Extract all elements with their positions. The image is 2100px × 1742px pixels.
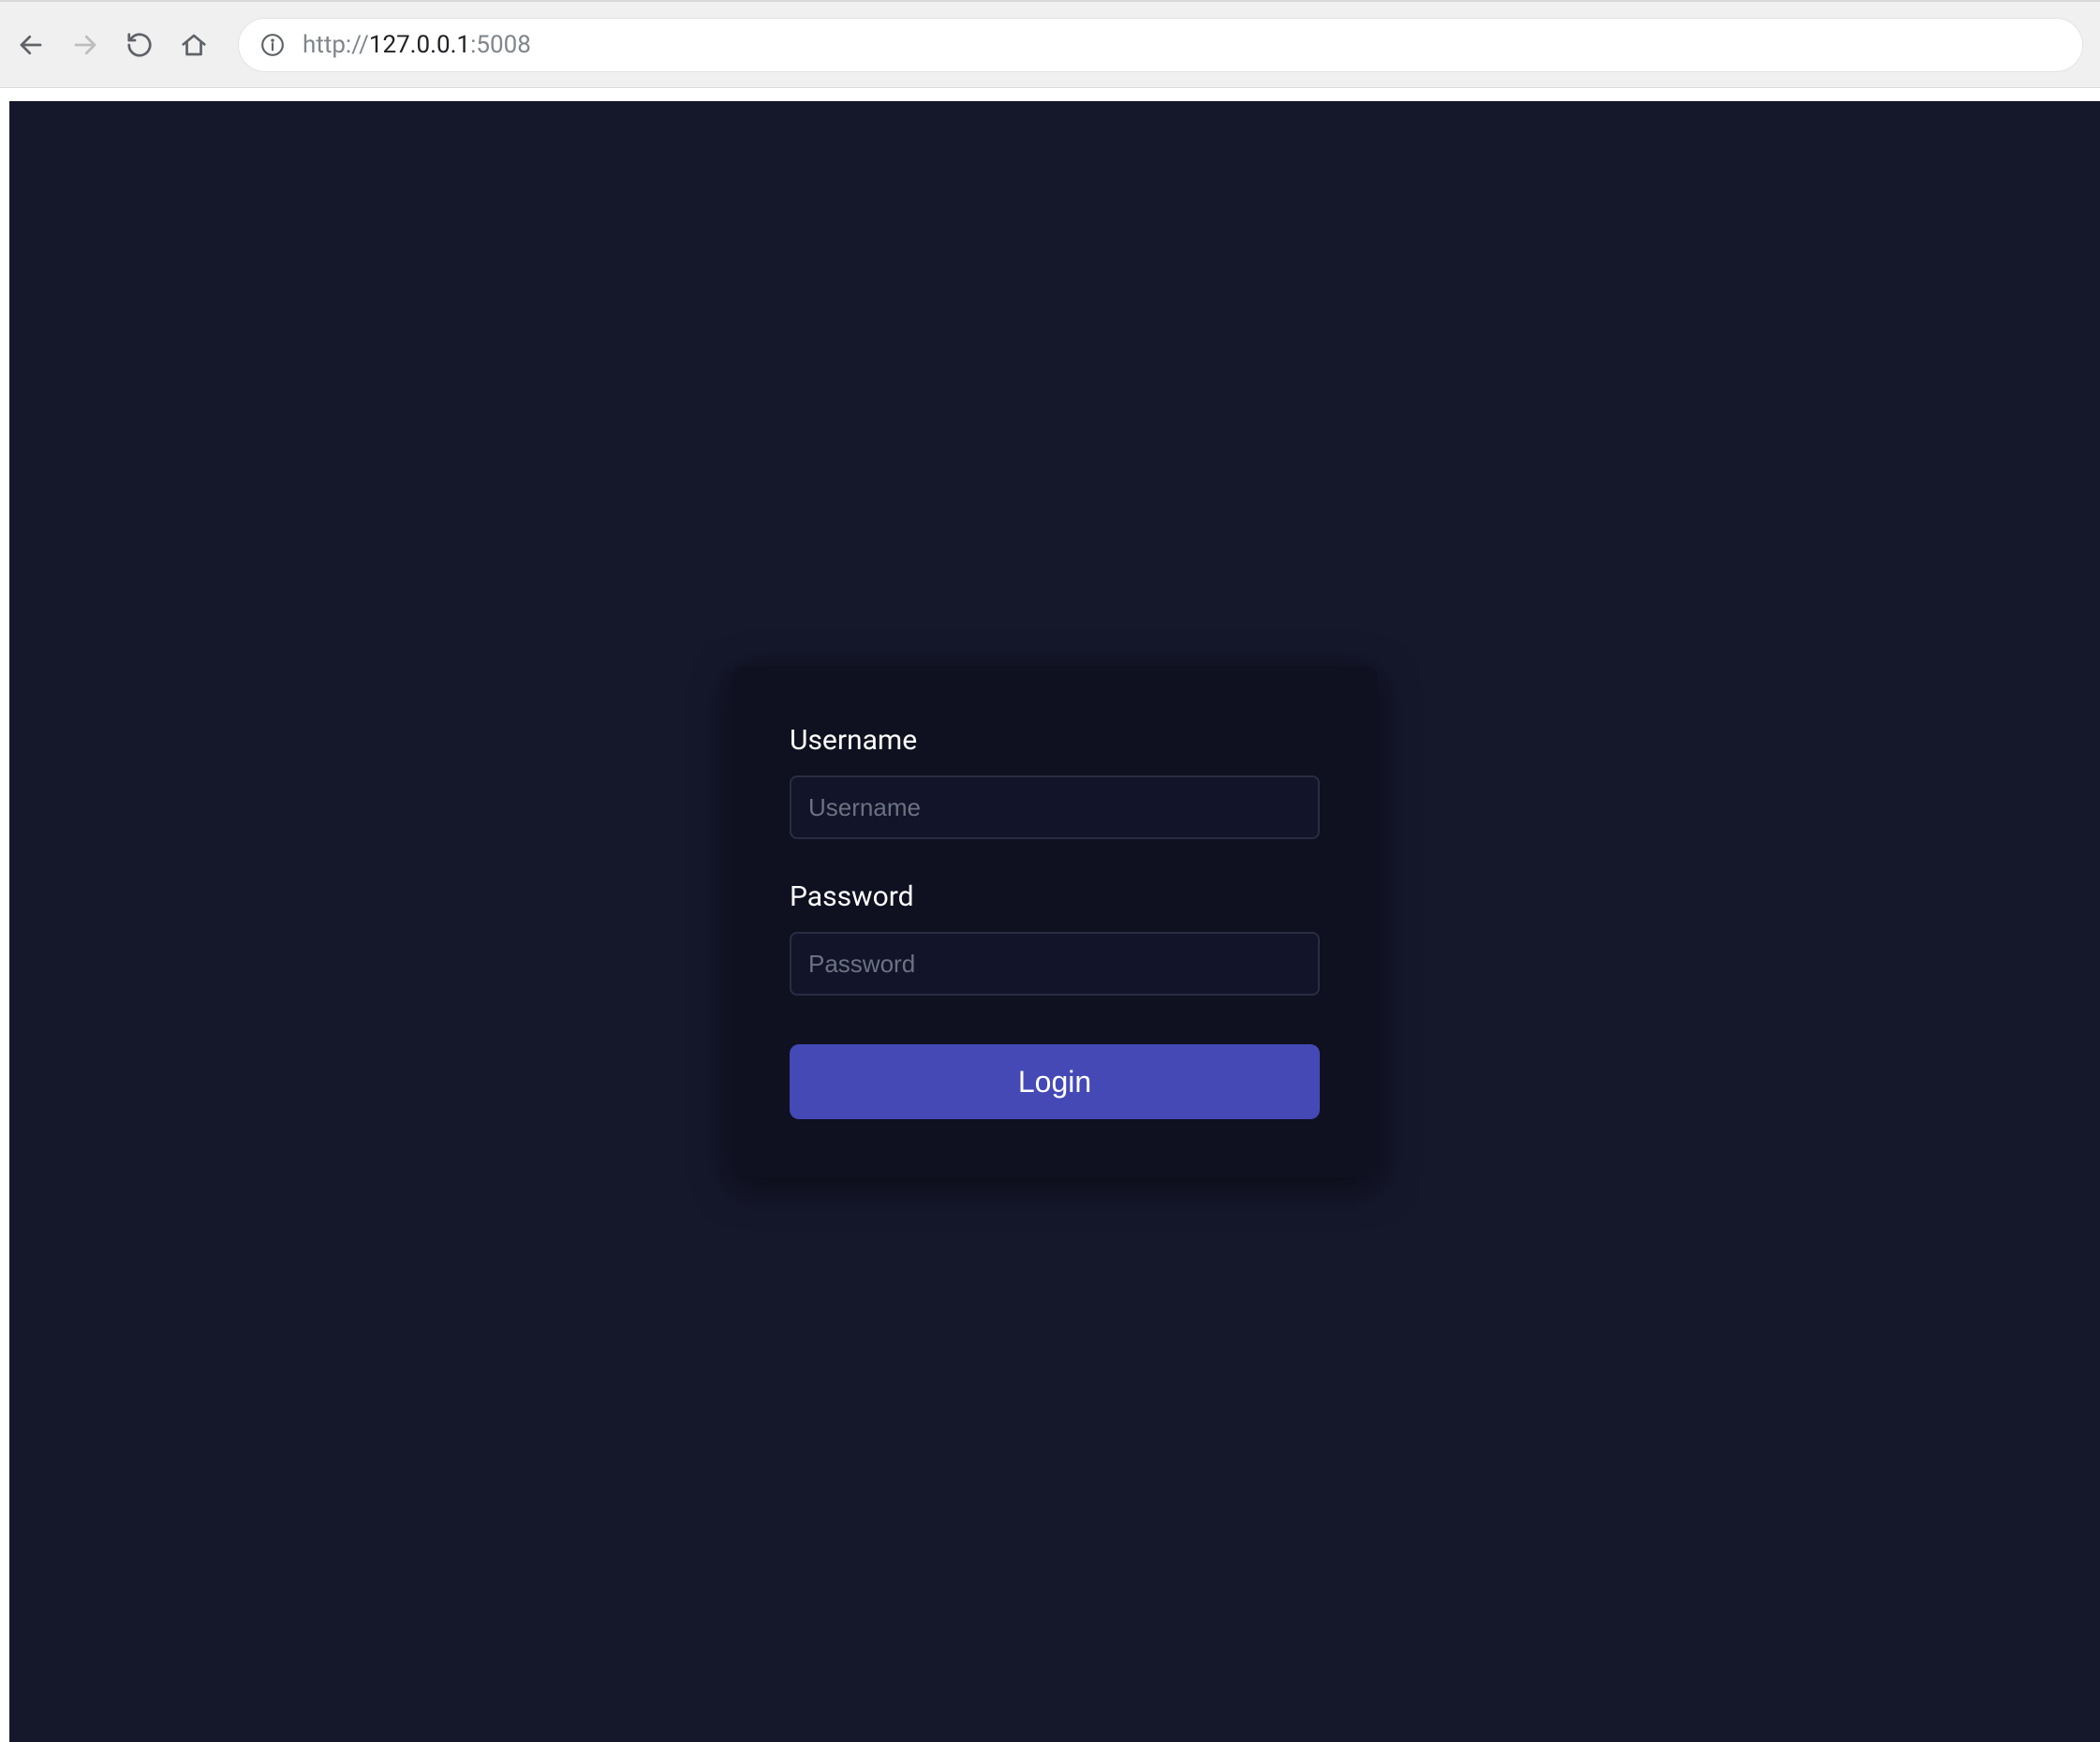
password-input[interactable]: [790, 932, 1320, 996]
password-label: Password: [790, 880, 1320, 913]
url-text: http://127.0.0.1:5008: [303, 31, 531, 59]
viewport: Username Password Login: [0, 88, 2100, 1742]
home-icon: [180, 31, 208, 59]
info-icon: [260, 33, 285, 57]
username-group: Username: [790, 724, 1320, 839]
username-input[interactable]: [790, 775, 1320, 839]
site-info-button[interactable]: [259, 32, 286, 58]
login-button[interactable]: Login: [790, 1044, 1320, 1119]
url-host: 127.0.0.1: [369, 31, 470, 59]
home-button[interactable]: [180, 31, 208, 59]
nav-icons-group: [17, 31, 208, 59]
browser-toolbar: http://127.0.0.1:5008: [0, 0, 2100, 88]
url-prefix: http://: [303, 31, 369, 59]
arrow-right-icon: [71, 31, 99, 59]
password-group: Password: [790, 880, 1320, 996]
forward-button[interactable]: [71, 31, 99, 59]
reload-icon: [126, 31, 154, 59]
login-card: Username Password Login: [732, 666, 1378, 1177]
back-button[interactable]: [17, 31, 45, 59]
username-label: Username: [790, 724, 1320, 757]
address-bar[interactable]: http://127.0.0.1:5008: [238, 18, 2083, 72]
page-body: Username Password Login: [9, 101, 2100, 1742]
reload-button[interactable]: [126, 31, 154, 59]
arrow-left-icon: [17, 31, 45, 59]
url-port: :5008: [470, 31, 531, 59]
